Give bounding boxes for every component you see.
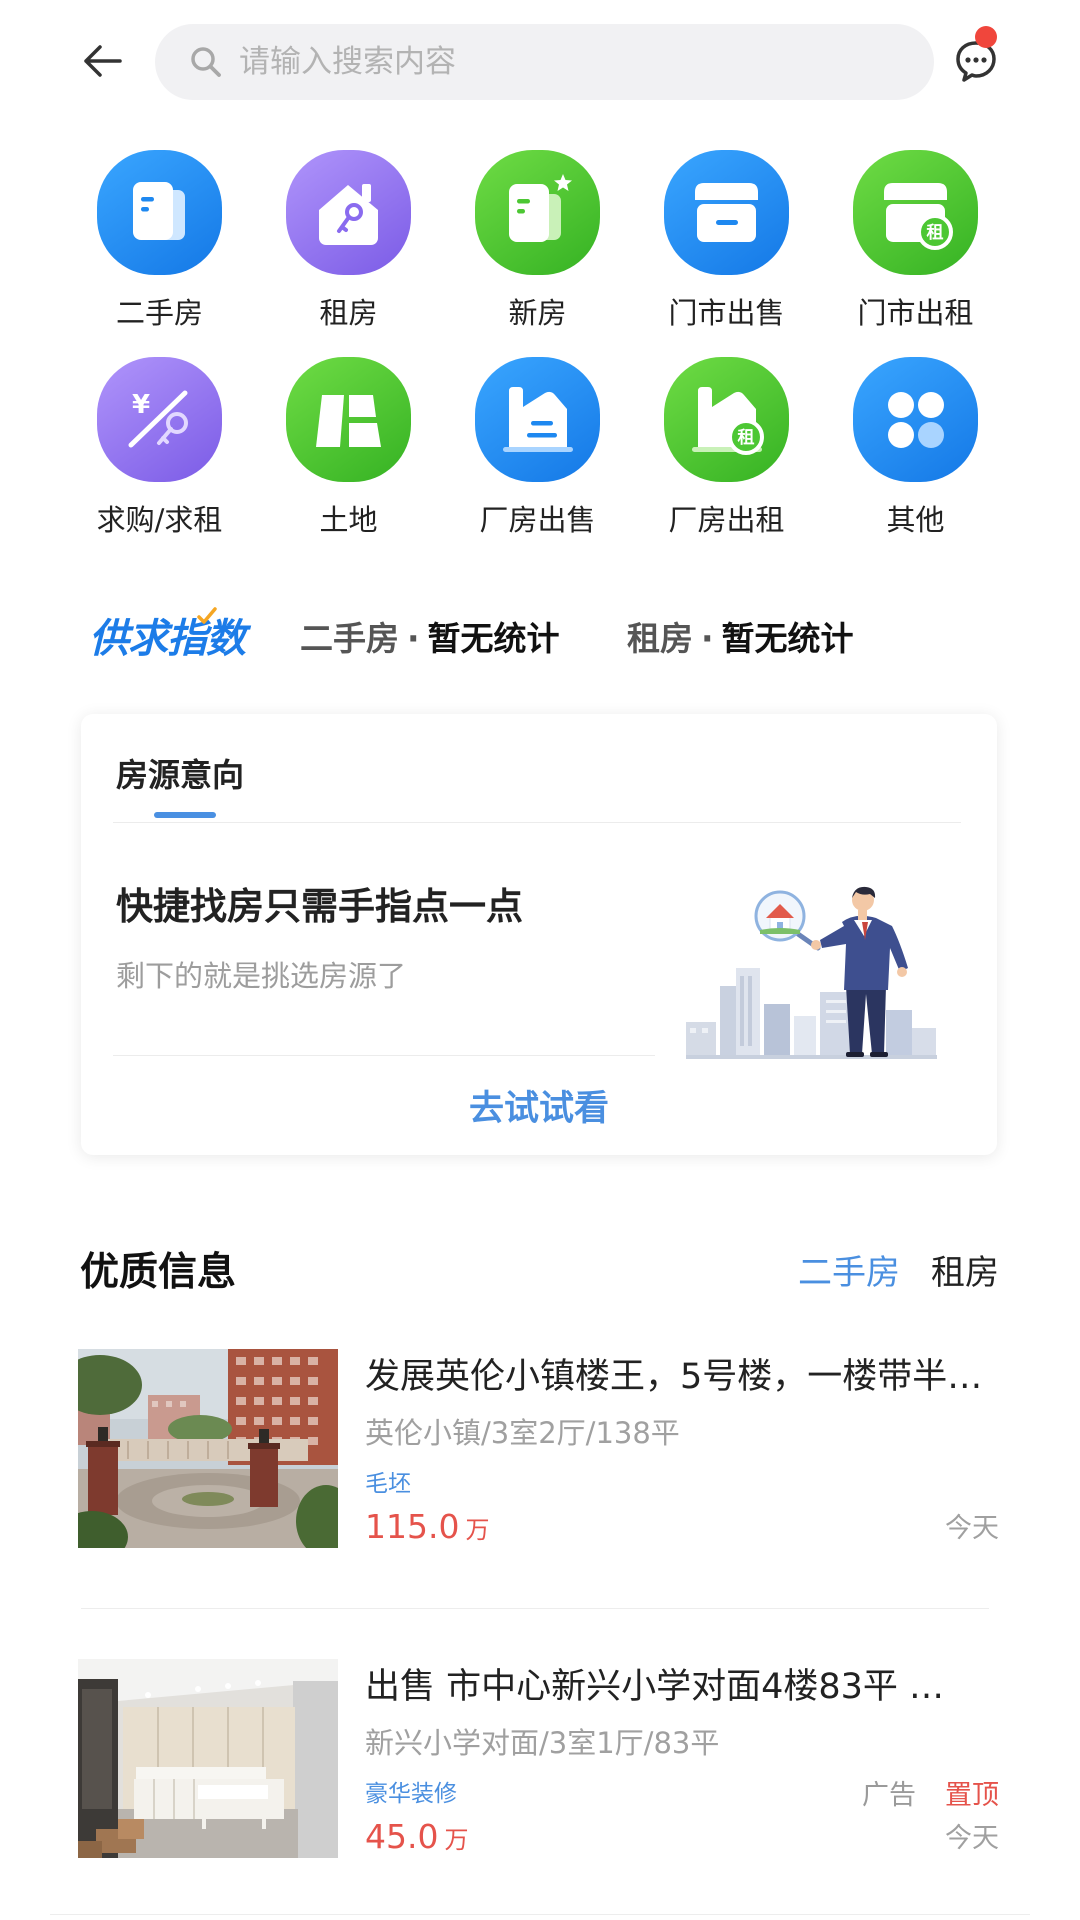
list-item[interactable]: 出售 市中心新兴小学对面4楼83平 … 新兴小学对面/3室1厅/83平 豪华装修… [78,1659,999,1858]
category-label: 门市出售 [668,296,785,330]
pinned-badge: 置顶 [945,1780,999,1811]
tab-second-hand[interactable]: 二手房 [798,1253,900,1293]
listing-type-tabs: 二手房 租房 [798,1253,999,1293]
search-placeholder: 请输入搜索内容 [239,44,456,80]
category-label: 二手房 [115,296,203,330]
category-other[interactable]: 其他 [821,357,1010,537]
listing-photo [78,1659,338,1858]
search-input[interactable]: 请输入搜索内容 [155,24,934,100]
try-it-button[interactable]: 去试试看 [81,1088,997,1130]
tab-active-indicator [154,812,216,818]
category-factory-sale[interactable]: 厂房出售 [443,357,632,537]
category-rent[interactable]: 租房 [254,150,443,330]
category-land[interactable]: 土地 [254,357,443,537]
four-dots-icon [853,357,978,482]
tab-rent[interactable]: 租房 [931,1253,999,1293]
back-arrow-icon[interactable] [78,37,126,85]
document-star-icon [475,150,600,275]
category-shop-rent[interactable]: 租 门市出租 [821,150,1010,330]
listing-subtitle: 英伦小镇/3室2厅/138平 [365,1416,680,1450]
category-label: 土地 [319,503,378,537]
listing-price: 115.0 万 [365,1507,489,1550]
listing-title: 发展英伦小镇楼王，5号楼，一楼带半… [365,1357,983,1397]
price-unit: 万 [465,1516,490,1544]
category-label: 门市出租 [857,296,974,330]
stat-value: 暂无统计 [427,619,560,658]
category-shop-sale[interactable]: 门市出售 [632,150,821,330]
land-plots-icon [286,357,411,482]
divider [113,822,961,823]
yuan-symbol: ¥ [132,390,150,420]
price-unit: 万 [444,1826,469,1854]
listing-date: 今天 [945,1823,999,1854]
stat-category: 租房 [627,619,693,658]
listing-price: 45.0 万 [365,1817,468,1860]
supply-stat-second-hand[interactable]: 二手房 · 暂无统计 [300,620,560,658]
list-item[interactable]: 发展英伦小镇楼王，5号楼，一楼带半… 英伦小镇/3室2厅/138平 毛坯 115… [78,1349,999,1548]
category-label: 厂房出售 [479,503,596,537]
stat-separator: · [407,619,420,658]
price-value: 45.0 [365,1817,439,1856]
stat-value: 暂无统计 [721,619,854,658]
category-grid: 二手房 租房 新房 门市出售 租 门市出租 ¥ 求购/求租 土地 厂房出售 租 … [65,150,1010,537]
house-search-illustration [686,886,937,1059]
category-label: 厂房出租 [668,503,785,537]
storefront-icon [664,150,789,275]
listing-photo [78,1349,338,1548]
listing-tag: 毛坯 [365,1471,411,1497]
factory-icon [475,357,600,482]
category-label: 租房 [319,296,378,330]
supply-index-logo: 供求指数 [89,616,246,662]
ad-badge: 广告 [862,1780,916,1811]
card-subline: 剩下的就是挑选房源了 [116,959,407,993]
listing-tag: 豪华装修 [365,1781,457,1807]
section-title: 优质信息 [80,1250,237,1295]
storefront-rent-icon: 租 [853,150,978,275]
category-new-home[interactable]: 新房 [443,150,632,330]
divider [50,1914,1030,1915]
listing-date: 今天 [945,1513,999,1544]
tab-housing-intent[interactable]: 房源意向 [116,756,244,794]
category-label: 其他 [886,503,945,537]
price-value: 115.0 [365,1507,460,1546]
rent-badge-text: 租 [927,222,944,243]
card-headline: 快捷找房只需手指点一点 [116,885,523,928]
document-stack-icon [97,150,222,275]
unread-dot [975,26,997,48]
category-label: 求购/求租 [96,503,223,537]
housing-intent-card: 房源意向 快捷找房只需手指点一点 剩下的就是挑选房源了 去试试看 [81,714,997,1155]
supply-stat-rent[interactable]: 租房 · 暂无统计 [627,620,854,658]
category-second-hand[interactable]: 二手房 [65,150,254,330]
check-mark-icon [197,607,217,624]
yuan-key-icon: ¥ [97,357,222,482]
factory-rent-icon: 租 [664,357,789,482]
search-icon [191,47,221,77]
house-key-icon [286,150,411,275]
listing-title: 出售 市中心新兴小学对面4楼83平 … [365,1667,945,1707]
rent-badge-text: 租 [738,427,755,448]
stat-separator: · [701,619,714,658]
divider [81,1608,989,1609]
category-factory-rent[interactable]: 租 厂房出租 [632,357,821,537]
listing-subtitle: 新兴小学对面/3室1厅/83平 [365,1726,720,1760]
category-wanted[interactable]: ¥ 求购/求租 [65,357,254,537]
category-label: 新房 [508,296,567,330]
divider [113,1055,655,1056]
stat-category: 二手房 [300,619,399,658]
